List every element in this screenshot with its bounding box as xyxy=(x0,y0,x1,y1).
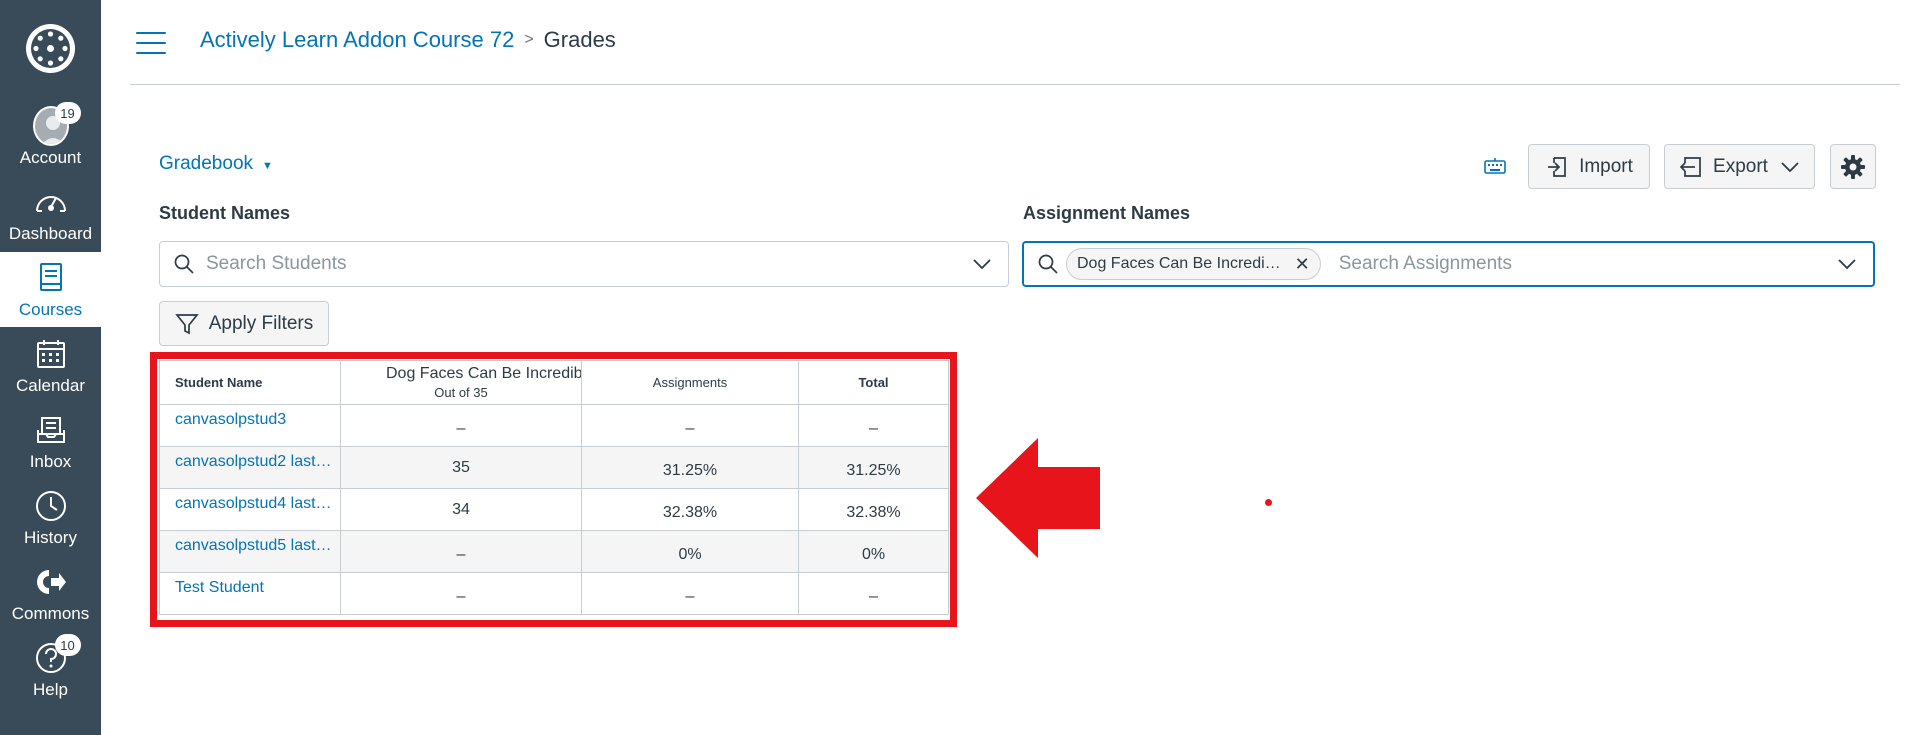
nav-item-help[interactable]: 10 Help xyxy=(0,632,101,707)
nav-item-courses[interactable]: Courses xyxy=(0,252,101,327)
assignment-score-cell[interactable]: – xyxy=(340,530,582,573)
red-arrow-left-icon xyxy=(976,438,1100,558)
red-dot-marker xyxy=(1265,499,1272,506)
export-label: Export xyxy=(1713,155,1768,177)
student-names-label: Student Names xyxy=(159,203,291,223)
student-name-header[interactable]: Student Name xyxy=(159,360,341,405)
table-row: canvasolpstud3 – – – xyxy=(159,404,949,447)
nav-item-dashboard[interactable]: Dashboard xyxy=(0,176,101,251)
nav-item-commons[interactable]: Commons xyxy=(0,556,101,631)
student-search-field[interactable] xyxy=(159,241,1009,287)
total-header[interactable]: Total xyxy=(798,360,949,405)
header-divider xyxy=(130,84,1900,85)
import-icon xyxy=(1545,155,1569,179)
nav-label-history: History xyxy=(24,528,77,547)
nav-label-account: Account xyxy=(19,148,82,167)
close-icon[interactable]: ✕ xyxy=(1295,254,1310,275)
breadcrumb: Actively Learn Addon Course 72 > Grades xyxy=(200,27,616,53)
table-row: Test Student – – – xyxy=(159,572,949,615)
calendar-icon xyxy=(33,336,69,372)
student-name-link[interactable]: canvasolpstud5 last… xyxy=(159,530,341,573)
nav-label-help: Help xyxy=(33,680,68,699)
chevron-down-icon[interactable] xyxy=(972,258,992,270)
assignments-group-header[interactable]: Assignments xyxy=(581,360,799,405)
nav-label-dashboard: Dashboard xyxy=(8,224,93,243)
assignment-score-cell[interactable]: – xyxy=(340,572,582,615)
breadcrumb-current: Grades xyxy=(543,27,616,52)
dashboard-icon xyxy=(33,184,69,220)
grid-header-row: Student Name Dog Faces Can Be Incredib O… xyxy=(159,360,949,405)
assignment-search-input[interactable] xyxy=(1336,252,1837,276)
hamburger-menu-icon[interactable] xyxy=(136,32,166,54)
assignment-score-cell[interactable]: 34 xyxy=(340,488,582,531)
nav-item-history[interactable]: History xyxy=(0,480,101,555)
nav-item-calendar[interactable]: Calendar xyxy=(0,328,101,403)
import-label: Import xyxy=(1579,155,1633,177)
total-cell: 0% xyxy=(798,530,949,573)
assignment-tag-label: Dog Faces Can Be Incredi… xyxy=(1077,255,1281,272)
assignment-column-header[interactable]: Dog Faces Can Be Incredib Out of 35 xyxy=(340,360,582,405)
gradebook-menu-button[interactable]: Gradebook ▼ xyxy=(159,153,273,175)
history-icon xyxy=(33,488,69,524)
export-button[interactable]: Export xyxy=(1664,144,1815,189)
gear-icon xyxy=(1840,154,1866,180)
table-row: canvasolpstud5 last… – 0% 0% xyxy=(159,530,949,573)
assignments-group-cell: 32.38% xyxy=(581,488,799,531)
total-cell: 31.25% xyxy=(798,446,949,489)
total-cell: 32.38% xyxy=(798,488,949,531)
nav-item-account[interactable]: 19 Account xyxy=(0,100,101,175)
student-name-link[interactable]: canvasolpstud2 last… xyxy=(159,446,341,489)
commons-icon xyxy=(33,564,69,600)
caret-down-icon: ▼ xyxy=(262,159,273,172)
breadcrumb-course-link[interactable]: Actively Learn Addon Course 72 xyxy=(200,27,514,53)
filter-icon xyxy=(174,312,199,336)
gradebook-grid: Student Name Dog Faces Can Be Incredib O… xyxy=(159,360,949,615)
assignments-group-cell: – xyxy=(581,572,799,615)
total-cell: – xyxy=(798,404,949,447)
courses-icon xyxy=(33,260,69,296)
assignment-points: Out of 35 xyxy=(434,385,488,400)
inbox-icon xyxy=(33,412,69,448)
nav-label-inbox: Inbox xyxy=(29,452,72,471)
nav-label-courses: Courses xyxy=(18,300,83,319)
global-navigation: 19 Account Dashboard Courses Calendar In… xyxy=(0,0,101,735)
breadcrumb-separator: > xyxy=(524,31,534,48)
assignment-search-field[interactable]: Dog Faces Can Be Incredi… ✕ xyxy=(1022,241,1875,287)
assignments-group-cell: 31.25% xyxy=(581,446,799,489)
import-button[interactable]: Import xyxy=(1528,144,1650,189)
gradebook-menu-label: Gradebook xyxy=(159,153,254,174)
nav-item-inbox[interactable]: Inbox xyxy=(0,404,101,479)
canvas-logo-icon[interactable] xyxy=(24,22,77,75)
assignment-title: Dog Faces Can Be Incredib xyxy=(386,365,581,382)
keyboard-shortcuts-icon[interactable] xyxy=(1484,158,1506,179)
nav-label-calendar: Calendar xyxy=(16,376,85,395)
chevron-down-icon xyxy=(1780,161,1800,173)
assignment-score-cell[interactable]: 35 xyxy=(340,446,582,489)
assignment-score-cell[interactable]: – xyxy=(340,404,582,447)
account-badge: 19 xyxy=(54,102,81,124)
account-avatar: 19 xyxy=(32,102,81,146)
assignment-names-label: Assignment Names xyxy=(1023,203,1191,223)
assignments-group-cell: 0% xyxy=(581,530,799,573)
student-name-link[interactable]: canvasolpstud3 xyxy=(159,404,341,447)
export-icon xyxy=(1679,155,1703,179)
student-name-link[interactable]: Test Student xyxy=(159,572,341,615)
help-badge: 10 xyxy=(54,634,81,656)
student-search-input[interactable] xyxy=(204,252,972,276)
gradebook-settings-button[interactable] xyxy=(1830,144,1876,189)
assignment-filter-tag: Dog Faces Can Be Incredi… ✕ xyxy=(1066,248,1321,280)
total-cell: – xyxy=(798,572,949,615)
table-row: canvasolpstud2 last… 35 31.25% 31.25% xyxy=(159,446,949,489)
chevron-down-icon[interactable] xyxy=(1837,258,1857,270)
nav-label-commons: Commons xyxy=(11,604,90,623)
apply-filters-button[interactable]: Apply Filters xyxy=(159,301,329,346)
student-name-link[interactable]: canvasolpstud4 last… xyxy=(159,488,341,531)
apply-filters-label: Apply Filters xyxy=(208,312,314,334)
search-icon xyxy=(174,254,194,274)
help-icon: 10 xyxy=(33,634,81,676)
table-row: canvasolpstud4 last… 34 32.38% 32.38% xyxy=(159,488,949,531)
assignments-group-cell: – xyxy=(581,404,799,447)
search-icon xyxy=(1038,254,1058,274)
